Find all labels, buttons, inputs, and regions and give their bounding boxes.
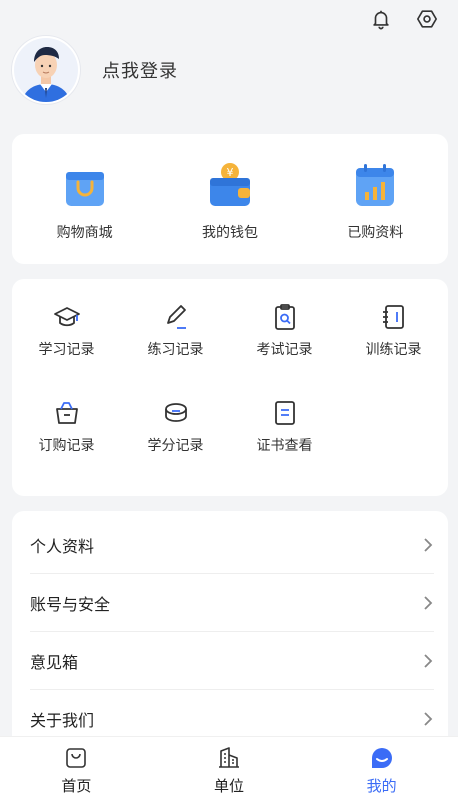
- record-certificate[interactable]: 证书查看: [230, 399, 339, 455]
- menu-item-profile[interactable]: 个人资料: [30, 516, 434, 574]
- quick-link-label: 购物商城: [56, 225, 113, 241]
- pencil-icon: [162, 303, 190, 331]
- calendar-chart-icon: [356, 164, 395, 206]
- profile-header[interactable]: 点我登录: [12, 36, 178, 104]
- quick-link-purchased[interactable]: 已购资料: [303, 134, 448, 264]
- quick-link-shop[interactable]: 购物商城: [12, 134, 157, 264]
- record-label: 订购记录: [38, 438, 95, 454]
- record-study[interactable]: 学习记录: [12, 303, 121, 359]
- chevron-right-icon: [424, 653, 433, 668]
- settings-icon[interactable]: [414, 6, 440, 32]
- tab-label: 我的: [366, 777, 397, 795]
- settings-menu: 个人资料 账号与安全 意见箱 关于我们: [12, 511, 448, 751]
- menu-item-label: 个人资料: [30, 536, 95, 556]
- graduation-cap-icon: [53, 303, 81, 331]
- quick-link-wallet[interactable]: ¥ 我的钱包: [157, 134, 302, 264]
- avatar[interactable]: [12, 36, 80, 104]
- record-training[interactable]: 训练记录: [339, 303, 448, 359]
- notebook-icon: [380, 303, 408, 331]
- menu-item-label: 关于我们: [30, 711, 95, 730]
- document-icon: [271, 399, 299, 427]
- tab-label: 单位: [214, 777, 245, 795]
- records-card: 学习记录 练习记录 考试记录 训练记录 订购记录 学分记录 证书查看: [12, 279, 448, 496]
- quick-link-label: 已购资料: [347, 225, 404, 241]
- svg-text:¥: ¥: [226, 166, 233, 179]
- bottom-tab-bar: 首页 单位 我的: [0, 736, 458, 800]
- menu-item-feedback[interactable]: 意见箱: [30, 632, 434, 690]
- menu-item-label: 意见箱: [30, 652, 79, 672]
- chevron-right-icon: [424, 537, 433, 552]
- coins-icon: [162, 399, 190, 427]
- bell-icon[interactable]: [368, 6, 394, 32]
- record-exam[interactable]: 考试记录: [230, 303, 339, 359]
- chevron-right-icon: [424, 595, 433, 610]
- tab-unit[interactable]: 单位: [153, 737, 306, 800]
- record-label: 学习记录: [38, 342, 95, 358]
- wallet-icon: ¥: [209, 163, 250, 206]
- record-label: 练习记录: [147, 342, 204, 358]
- chevron-right-icon: [424, 712, 433, 726]
- basket-icon: [53, 399, 81, 427]
- record-label: 证书查看: [256, 438, 313, 454]
- quick-link-label: 我的钱包: [201, 225, 258, 241]
- record-order[interactable]: 订购记录: [12, 399, 121, 455]
- building-icon: [216, 745, 242, 771]
- shopping-bag-outline-icon: [63, 745, 89, 771]
- tab-home[interactable]: 首页: [0, 737, 153, 800]
- login-prompt[interactable]: 点我登录: [102, 57, 178, 83]
- top-actions: [368, 6, 440, 32]
- quick-links-card: 购物商城 ¥ 我的钱包 已购资料: [12, 134, 448, 264]
- record-label: 学分记录: [147, 438, 204, 454]
- record-credit[interactable]: 学分记录: [121, 399, 230, 455]
- tab-mine[interactable]: 我的: [305, 737, 458, 800]
- record-practice[interactable]: 练习记录: [121, 303, 230, 359]
- menu-item-account-security[interactable]: 账号与安全: [30, 574, 434, 632]
- tab-label: 首页: [61, 777, 92, 795]
- menu-item-label: 账号与安全: [30, 594, 111, 614]
- record-label: 训练记录: [365, 342, 422, 358]
- record-label: 考试记录: [256, 342, 313, 358]
- shopping-bag-icon: [65, 172, 104, 206]
- profile-filled-icon: [369, 745, 395, 771]
- clipboard-search-icon: [271, 303, 299, 331]
